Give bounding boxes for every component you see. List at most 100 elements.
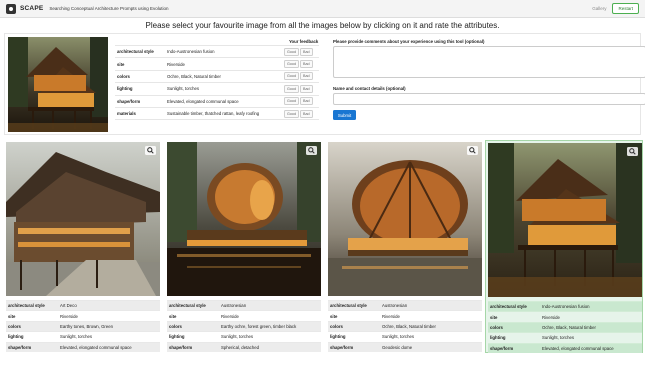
image-card-1[interactable]: architectural style Art Deco site Riversid… bbox=[4, 140, 162, 353]
attribute-key: site bbox=[115, 57, 165, 71]
attribute-key: colors bbox=[328, 320, 380, 332]
good-button[interactable]: Good bbox=[284, 47, 300, 56]
image-card-3[interactable]: architectural style Austronesian site Rive… bbox=[326, 140, 484, 353]
attribute-value: Sunlight, torches bbox=[540, 332, 642, 344]
tagline: Searching Conceptual Architecture Prompt… bbox=[49, 6, 169, 11]
attribute-value: Austronesian bbox=[380, 299, 482, 311]
attribute-value: Sunlight, torches bbox=[219, 331, 321, 343]
comments-textarea[interactable] bbox=[333, 46, 645, 78]
bad-button[interactable]: Bad bbox=[300, 97, 313, 106]
attribute-feedback-table: architectural style Indo-Austronesian fu… bbox=[115, 44, 319, 121]
attribute-value: Austronesian bbox=[219, 299, 321, 311]
image-card-4-selected[interactable]: architectural style Indo-Austronesian fus… bbox=[485, 140, 643, 354]
magnifier-icon[interactable] bbox=[306, 146, 317, 155]
attribute-key: lighting bbox=[488, 332, 540, 344]
attribute-key: site bbox=[167, 310, 219, 322]
image-attributes-table: architectural style Austronesian site Rive… bbox=[328, 299, 482, 353]
attribute-value: Earthy tones, Brown, Green bbox=[58, 320, 160, 332]
attribute-value: Sunlight, torches bbox=[58, 331, 160, 343]
attribute-key: colors bbox=[115, 69, 165, 83]
contact-input[interactable] bbox=[333, 93, 645, 105]
attribute-key: shape/form bbox=[115, 94, 165, 108]
table-row: architectural style Art Deco bbox=[6, 299, 160, 311]
attribute-value: Ochre, Black, Natural timber bbox=[380, 320, 482, 332]
brand-name[interactable]: SCAPE bbox=[20, 5, 43, 12]
bad-button[interactable]: Bad bbox=[300, 109, 313, 118]
table-row: lighting Sunlight, torches Good Bad bbox=[115, 82, 319, 96]
attribute-value: Riverside bbox=[540, 311, 642, 323]
attribute-value: Indo-Austronesian fusion bbox=[540, 300, 642, 312]
submit-button[interactable]: Submit bbox=[333, 110, 356, 120]
table-row: site Riverside Good Bad bbox=[115, 57, 319, 71]
attribute-key: architectural style bbox=[488, 300, 540, 312]
attribute-value: Sustainable timber, thatched rattan, lea… bbox=[165, 106, 282, 121]
good-button[interactable]: Good bbox=[284, 60, 300, 69]
attribute-key: lighting bbox=[115, 82, 165, 96]
attribute-key: architectural style bbox=[6, 299, 58, 311]
table-row: architectural style Austronesian bbox=[328, 299, 482, 311]
attribute-key: architectural style bbox=[115, 44, 165, 58]
generated-image-3[interactable] bbox=[328, 142, 482, 296]
good-button[interactable]: Good bbox=[284, 109, 300, 118]
attribute-key: materials bbox=[115, 106, 165, 121]
navbar: SCAPE Searching Conceptual Architecture … bbox=[0, 0, 645, 18]
table-row: site Riverside bbox=[488, 311, 642, 323]
attribute-key: site bbox=[6, 310, 58, 322]
attribute-value: Art Deco bbox=[58, 299, 160, 311]
attribute-value: Sunlight, torches bbox=[165, 82, 282, 96]
attribute-key: shape/form bbox=[488, 342, 540, 354]
gallery-link[interactable]: Gallery bbox=[592, 6, 606, 11]
generated-image-4[interactable] bbox=[488, 143, 642, 297]
image-attributes-table: architectural style Art Deco site Riversid… bbox=[6, 299, 160, 353]
generated-image-1[interactable] bbox=[6, 142, 160, 296]
restart-button[interactable]: Restart bbox=[612, 3, 639, 14]
table-row: colors Ochre, Black, Natural timber bbox=[488, 321, 642, 333]
attribute-value: Riverside bbox=[380, 310, 482, 322]
table-row: shape/form Elevated, elongated communal s… bbox=[6, 341, 160, 353]
scape-logo-icon bbox=[6, 3, 16, 14]
attribute-key: shape/form bbox=[328, 341, 380, 353]
nav-actions: Gallery Restart bbox=[592, 3, 639, 14]
feedback-header: Your feedback bbox=[289, 39, 319, 44]
bad-button[interactable]: Bad bbox=[300, 47, 313, 56]
table-row: shape/form Elevated, elongated communal … bbox=[115, 94, 319, 108]
table-row: architectural style Indo-Austronesian fu… bbox=[115, 44, 319, 58]
attribute-value: Indo-Austronesian fusion bbox=[165, 44, 282, 58]
magnifier-icon[interactable] bbox=[627, 147, 638, 156]
magnifier-icon[interactable] bbox=[467, 146, 478, 155]
good-button[interactable]: Good bbox=[284, 72, 300, 81]
attribute-key: colors bbox=[167, 320, 219, 332]
feedback-panel: Your feedback architectural style Indo-A… bbox=[4, 33, 645, 135]
attribute-key: architectural style bbox=[328, 299, 380, 311]
attribute-key: shape/form bbox=[167, 341, 219, 353]
generated-image-2[interactable] bbox=[167, 142, 321, 296]
magnifier-icon[interactable] bbox=[145, 146, 156, 155]
image-card-2[interactable]: architectural style Austronesian site Rive… bbox=[165, 140, 323, 353]
attribute-value: Riverside bbox=[165, 57, 282, 71]
table-row: colors Ochre, Black, Natural timber bbox=[328, 320, 482, 332]
image-attributes-table: architectural style Indo-Austronesian fus… bbox=[488, 300, 642, 354]
instruction-headline: Please select your favourite image from … bbox=[145, 21, 500, 30]
good-button[interactable]: Good bbox=[284, 97, 300, 106]
bad-button[interactable]: Bad bbox=[300, 72, 313, 81]
attribute-key: lighting bbox=[328, 331, 380, 343]
table-row: lighting Sunlight, torches bbox=[6, 331, 160, 343]
table-row: shape/form Spherical, detached bbox=[167, 341, 321, 353]
table-row: lighting Sunlight, torches bbox=[488, 332, 642, 344]
attribute-key: shape/form bbox=[6, 341, 58, 353]
attribute-key: lighting bbox=[6, 331, 58, 343]
bad-button[interactable]: Bad bbox=[300, 84, 313, 93]
attribute-key: site bbox=[488, 311, 540, 323]
comments-label: Please provide comments about your exper… bbox=[333, 39, 485, 44]
attribute-value: Ochre, Black, Natural timber bbox=[165, 69, 282, 83]
bad-button[interactable]: Bad bbox=[300, 60, 313, 69]
attribute-value: Elevated, elongated communal space bbox=[58, 341, 160, 353]
attribute-value: Earthy ochre, forest green, timber black bbox=[219, 320, 321, 332]
attribute-key: lighting bbox=[167, 331, 219, 343]
good-button[interactable]: Good bbox=[284, 84, 300, 93]
table-row: lighting Sunlight, torches bbox=[328, 331, 482, 343]
table-row: colors Ochre, Black, Natural timber Good… bbox=[115, 69, 319, 83]
table-row: shape/form Elevated, elongated communal s… bbox=[488, 342, 642, 354]
table-row: colors Earthy ochre, forest green, timber… bbox=[167, 320, 321, 332]
table-row: architectural style Austronesian bbox=[167, 299, 321, 311]
